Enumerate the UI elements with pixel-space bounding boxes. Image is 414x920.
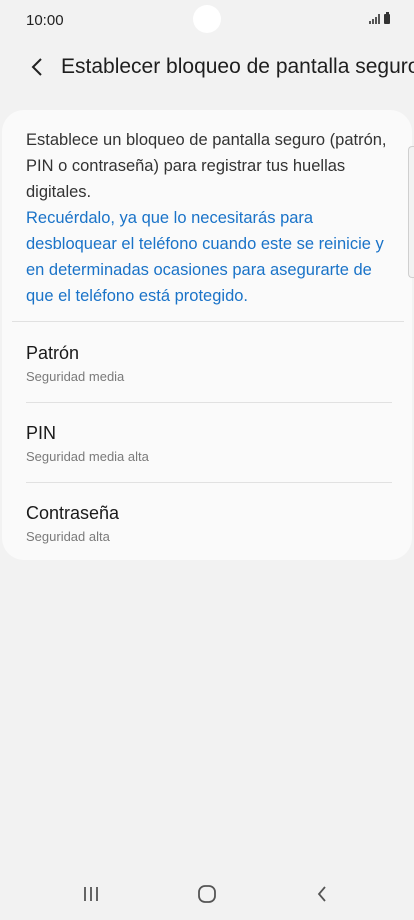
option-password[interactable]: Contraseña Seguridad alta <box>2 483 412 563</box>
signal-icon <box>369 14 380 24</box>
back-arrow-icon <box>31 58 42 76</box>
home-button[interactable] <box>185 878 229 910</box>
status-bar: 10:00 <box>0 0 414 42</box>
status-icons <box>369 12 390 24</box>
back-button[interactable] <box>22 52 52 82</box>
option-pin[interactable]: PIN Seguridad media alta <box>2 403 412 483</box>
nav-back-button[interactable] <box>300 878 344 910</box>
page-title: Establecer bloqueo de pantalla seguro <box>61 55 414 78</box>
option-pattern[interactable]: Patrón Seguridad media <box>2 323 412 403</box>
battery-icon <box>384 12 390 24</box>
option-subtitle: Seguridad media <box>26 369 125 384</box>
navigation-bar <box>0 868 414 920</box>
status-time: 10:00 <box>26 12 64 29</box>
option-subtitle: Seguridad media alta <box>26 449 149 464</box>
nav-back-icon <box>317 886 326 902</box>
note-text: Recuérdalo, ya que lo necesitarás para d… <box>26 209 384 305</box>
description-text: Establece un bloqueo de pantalla seguro … <box>26 131 387 201</box>
option-subtitle: Seguridad alta <box>26 529 110 544</box>
settings-card: Establece un bloqueo de pantalla seguro … <box>2 110 412 560</box>
option-title: Patrón <box>26 343 80 363</box>
recent-apps-icon <box>84 887 98 901</box>
option-title: PIN <box>26 423 57 443</box>
option-title: Contraseña <box>26 503 120 523</box>
header: Establecer bloqueo de pantalla seguro <box>0 44 414 90</box>
scrollbar[interactable] <box>408 146 414 278</box>
home-icon <box>198 885 216 903</box>
camera-cutout <box>193 5 221 33</box>
recent-apps-button[interactable] <box>69 878 113 910</box>
divider <box>12 321 404 322</box>
